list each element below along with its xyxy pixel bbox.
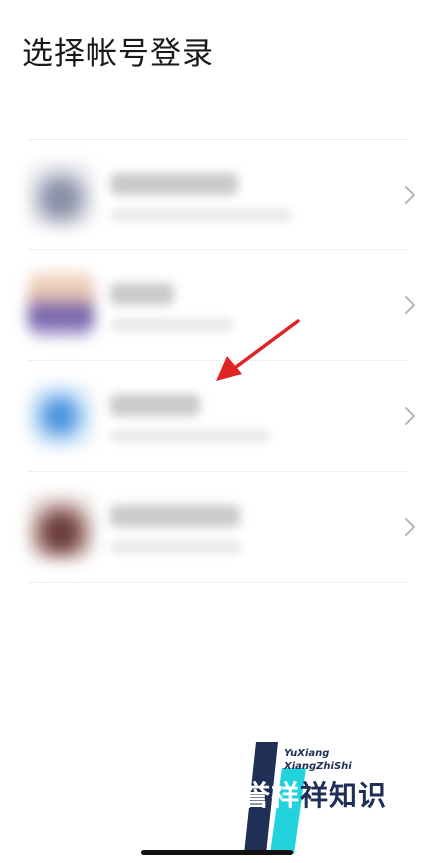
watermark-brand-rest: 祥知识 bbox=[300, 779, 388, 812]
red-arrow-icon bbox=[216, 319, 300, 381]
account-name bbox=[110, 394, 200, 416]
avatar bbox=[28, 494, 94, 560]
account-name bbox=[110, 505, 240, 527]
home-indicator bbox=[141, 850, 293, 855]
avatar bbox=[28, 272, 94, 338]
account-row-4[interactable] bbox=[0, 472, 434, 582]
avatar bbox=[28, 162, 94, 228]
account-subtitle bbox=[110, 208, 292, 222]
account-name bbox=[110, 173, 238, 195]
watermark-text-cn: 誉祥祥知识 bbox=[242, 778, 408, 814]
chevron-right-icon bbox=[405, 186, 415, 204]
account-subtitle bbox=[110, 429, 270, 443]
watermark-text-en-1: YuXiang bbox=[284, 748, 330, 759]
chevron-right-icon bbox=[405, 296, 415, 314]
watermark-text-en-2: XiangZhiShi bbox=[284, 761, 352, 772]
watermark-brand-char-1: 誉 bbox=[242, 779, 272, 812]
chevron-right-icon bbox=[405, 518, 415, 536]
watermark-brand-char-2: 祥 bbox=[271, 779, 301, 812]
account-row-1[interactable] bbox=[0, 140, 434, 250]
watermark-logo: YuXiang XiangZhiShi 誉祥祥知识 bbox=[242, 742, 408, 854]
avatar bbox=[28, 383, 94, 449]
chevron-right-icon bbox=[405, 407, 415, 425]
account-name bbox=[110, 283, 174, 305]
account-subtitle bbox=[110, 540, 242, 554]
page-title: 选择帐号登录 bbox=[22, 36, 214, 72]
divider bbox=[28, 582, 408, 583]
